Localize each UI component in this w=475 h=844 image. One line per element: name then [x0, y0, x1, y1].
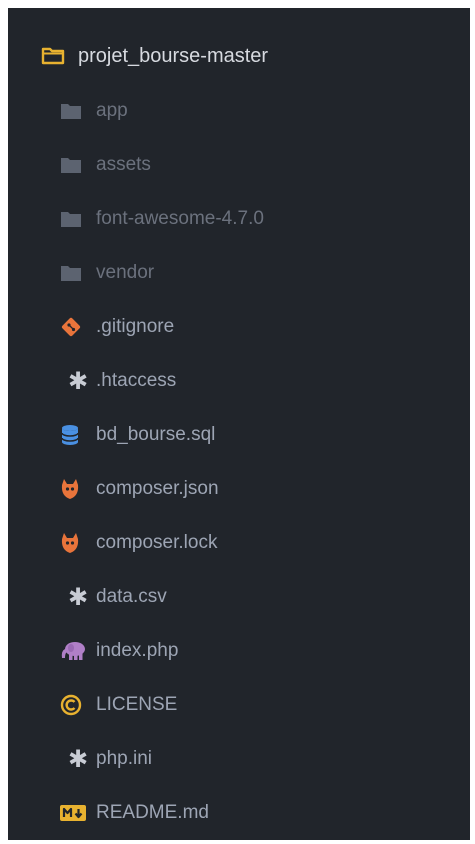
tree-item-label: README.md — [96, 802, 209, 823]
folder-icon — [60, 153, 96, 177]
tree-item-readme-md[interactable]: README.md — [60, 786, 460, 840]
tree-root-folder[interactable]: projet_bourse-master — [41, 36, 268, 76]
folder-icon — [60, 207, 96, 231]
tree-item-label: composer.json — [96, 478, 219, 499]
tree-item-composer-lock[interactable]: composer.lock — [60, 516, 460, 570]
tree-item-font-awesome[interactable]: font-awesome-4.7.0 — [60, 192, 460, 246]
folder-icon — [60, 261, 96, 285]
tree-item-label: php.ini — [96, 748, 152, 769]
tree-item-label: composer.lock — [96, 532, 218, 553]
tree-item-assets[interactable]: assets — [60, 138, 460, 192]
composer-icon — [60, 531, 96, 555]
php-elephant-icon — [60, 639, 96, 663]
markdown-icon — [60, 801, 96, 825]
tree-item-vendor[interactable]: vendor — [60, 246, 460, 300]
tree-item-label: .htaccess — [96, 370, 177, 391]
folder-icon — [60, 99, 96, 123]
tree-item-label: data.csv — [96, 586, 167, 607]
tree-item-label: assets — [96, 154, 151, 175]
tree-item-composer-json[interactable]: composer.json — [60, 462, 460, 516]
tree-item-htaccess[interactable]: ✱ .htaccess — [60, 354, 460, 408]
composer-icon — [60, 477, 96, 501]
folder-open-outline-icon — [41, 47, 65, 65]
tree-item-label: app — [96, 100, 128, 121]
tree-item-bd-bourse-sql[interactable]: bd_bourse.sql — [60, 408, 460, 462]
tree-item-label: index.php — [96, 640, 179, 661]
copyright-icon — [60, 693, 96, 717]
database-icon — [60, 423, 96, 447]
asterisk-icon: ✱ — [68, 367, 89, 395]
asterisk-icon: ✱ — [68, 583, 89, 611]
tree-item-license[interactable]: LICENSE — [60, 678, 460, 732]
tree-item-label: vendor — [96, 262, 155, 283]
tree-item-label: bd_bourse.sql — [96, 424, 216, 445]
file-tree-panel: projet_bourse-master app assets font-awe… — [8, 8, 470, 840]
tree-item-app[interactable]: app — [60, 84, 460, 138]
tree-root-label: projet_bourse-master — [78, 44, 269, 67]
tree-item-label: font-awesome-4.7.0 — [96, 208, 264, 229]
tree-item-data-csv[interactable]: ✱ data.csv — [60, 570, 460, 624]
file-tree: app assets font-awesome-4.7.0 vendor .gi… — [60, 84, 460, 840]
tree-item-index-php[interactable]: index.php — [60, 624, 460, 678]
git-icon — [60, 315, 96, 339]
tree-item-php-ini[interactable]: ✱ php.ini — [60, 732, 460, 786]
asterisk-icon: ✱ — [68, 745, 89, 773]
tree-item-label: LICENSE — [96, 694, 178, 715]
tree-item-label: .gitignore — [96, 316, 175, 337]
tree-item-gitignore[interactable]: .gitignore — [60, 300, 460, 354]
